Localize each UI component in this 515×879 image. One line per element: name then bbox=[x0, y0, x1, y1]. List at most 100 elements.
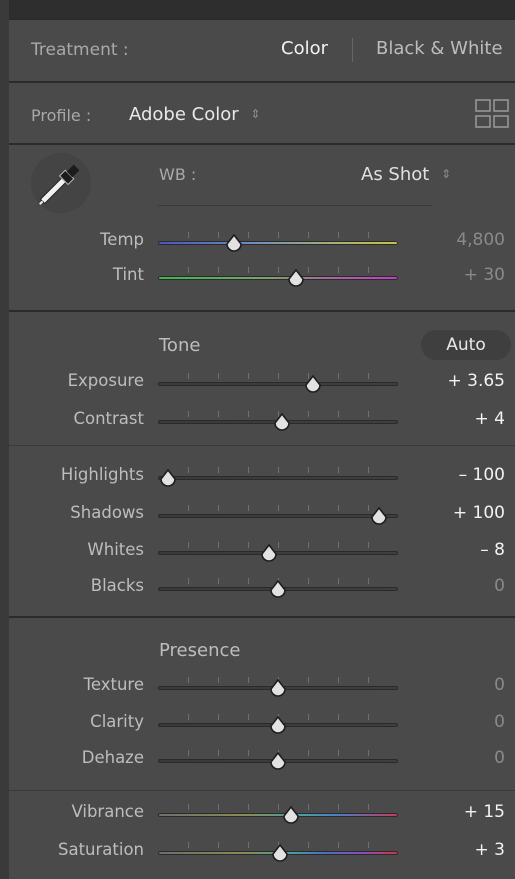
slider-tick bbox=[248, 232, 249, 238]
slider-tick bbox=[338, 232, 339, 238]
slider-tick bbox=[338, 373, 339, 379]
auto-button[interactable]: Auto bbox=[421, 330, 511, 360]
slider-exposure[interactable] bbox=[158, 373, 398, 395]
slider-tick bbox=[248, 750, 249, 756]
slider-tick bbox=[188, 842, 189, 848]
slider-tick bbox=[248, 714, 249, 720]
slider-thumb-icon[interactable] bbox=[268, 579, 288, 600]
slider-tick bbox=[248, 842, 249, 848]
slider-highlights[interactable] bbox=[158, 467, 398, 489]
slider-tick bbox=[218, 232, 219, 238]
slider-value-exposure[interactable]: + 3.65 bbox=[385, 371, 506, 391]
slider-clarity[interactable] bbox=[158, 714, 398, 736]
slider-blacks[interactable] bbox=[158, 578, 398, 600]
slider-track[interactable] bbox=[158, 382, 398, 386]
slider-value-whites[interactable]: – 8 bbox=[385, 540, 505, 560]
slider-value-saturation[interactable]: + 3 bbox=[385, 840, 505, 860]
slider-vibrance[interactable] bbox=[158, 804, 398, 826]
slider-label-whites: Whites bbox=[87, 540, 144, 559]
slider-tick bbox=[188, 373, 189, 379]
slider-tick bbox=[338, 804, 339, 810]
slider-tick bbox=[188, 804, 189, 810]
slider-thumb-icon[interactable] bbox=[158, 468, 178, 489]
slider-tick bbox=[248, 505, 249, 511]
slider-tick bbox=[308, 842, 309, 848]
slider-tick bbox=[368, 714, 369, 720]
eyedropper-button[interactable] bbox=[31, 153, 91, 213]
slider-tick bbox=[188, 750, 189, 756]
slider-thumb-icon[interactable] bbox=[224, 233, 244, 254]
slider-tick bbox=[308, 714, 309, 720]
tone-title: Tone bbox=[159, 335, 201, 356]
slider-tick bbox=[278, 505, 279, 511]
slider-track[interactable] bbox=[158, 276, 398, 280]
up-down-chevron-icon: ⇕ bbox=[250, 107, 261, 121]
slider-value-highlights[interactable]: – 100 bbox=[385, 465, 505, 485]
slider-tick bbox=[338, 750, 339, 756]
slider-tick bbox=[218, 542, 219, 548]
treatment-label: Treatment : bbox=[31, 40, 129, 60]
slider-tick bbox=[218, 505, 219, 511]
slider-tick bbox=[308, 505, 309, 511]
slider-track[interactable] bbox=[158, 813, 398, 817]
divider bbox=[9, 81, 515, 83]
profile-select[interactable]: Adobe Color ⇕ bbox=[129, 104, 260, 125]
slider-value-dehaze[interactable]: 0 bbox=[385, 748, 505, 768]
slider-label-highlights: Highlights bbox=[60, 465, 144, 484]
slider-tick bbox=[278, 804, 279, 810]
slider-tick bbox=[368, 232, 369, 238]
slider-thumb-icon[interactable] bbox=[286, 268, 306, 289]
slider-value-contrast[interactable]: + 4 bbox=[385, 409, 505, 429]
slider-track[interactable] bbox=[158, 241, 398, 245]
treatment-bw-option[interactable]: Black & White bbox=[376, 38, 503, 59]
slider-tick bbox=[188, 411, 189, 417]
slider-value-vibrance[interactable]: + 15 bbox=[385, 802, 505, 822]
slider-tick bbox=[278, 467, 279, 473]
slider-thumb-icon[interactable] bbox=[268, 678, 288, 699]
slider-tick bbox=[308, 232, 309, 238]
grid-icon[interactable] bbox=[475, 99, 509, 129]
slider-thumb-icon[interactable] bbox=[259, 543, 279, 564]
slider-thumb-icon[interactable] bbox=[303, 374, 323, 395]
slider-tick bbox=[338, 714, 339, 720]
slider-contrast[interactable] bbox=[158, 411, 398, 433]
slider-label-saturation: Saturation bbox=[57, 840, 144, 859]
slider-tick bbox=[218, 750, 219, 756]
slider-track[interactable] bbox=[158, 476, 398, 480]
slider-tick bbox=[308, 267, 309, 273]
slider-thumb-icon[interactable] bbox=[281, 805, 301, 826]
slider-temp[interactable] bbox=[158, 232, 398, 254]
slider-value-shadows[interactable]: + 100 bbox=[385, 503, 505, 523]
wb-select[interactable]: As Shot ⇕ bbox=[361, 164, 451, 185]
slider-tick bbox=[248, 677, 249, 683]
slider-shadows[interactable] bbox=[158, 505, 398, 527]
slider-tick bbox=[278, 232, 279, 238]
slider-dehaze[interactable] bbox=[158, 750, 398, 772]
slider-texture[interactable] bbox=[158, 677, 398, 699]
slider-value-temp[interactable]: 4,800 bbox=[385, 230, 505, 250]
slider-thumb-icon[interactable] bbox=[268, 751, 288, 772]
slider-tint[interactable] bbox=[158, 267, 398, 289]
slider-label-texture: Texture bbox=[83, 675, 144, 694]
slider-tick bbox=[368, 578, 369, 584]
slider-label-vibrance: Vibrance bbox=[71, 802, 144, 821]
slider-value-clarity[interactable]: 0 bbox=[385, 712, 505, 732]
slider-value-blacks[interactable]: 0 bbox=[385, 576, 505, 596]
slider-track[interactable] bbox=[158, 514, 398, 518]
slider-tick bbox=[368, 411, 369, 417]
slider-thumb-icon[interactable] bbox=[270, 843, 290, 864]
slider-value-texture[interactable]: 0 bbox=[385, 675, 505, 695]
slider-label-clarity: Clarity bbox=[90, 712, 144, 731]
slider-thumb-icon[interactable] bbox=[272, 412, 292, 433]
slider-whites[interactable] bbox=[158, 542, 398, 564]
slider-value-tint[interactable]: + 30 bbox=[385, 265, 505, 285]
treatment-separator bbox=[352, 38, 353, 62]
slider-thumb-icon[interactable] bbox=[268, 715, 288, 736]
slider-saturation[interactable] bbox=[158, 842, 398, 864]
treatment-color-option[interactable]: Color bbox=[281, 38, 328, 59]
slider-tick bbox=[248, 542, 249, 548]
slider-tick bbox=[248, 373, 249, 379]
slider-tick bbox=[188, 578, 189, 584]
slider-tick bbox=[188, 714, 189, 720]
slider-tick bbox=[188, 232, 189, 238]
